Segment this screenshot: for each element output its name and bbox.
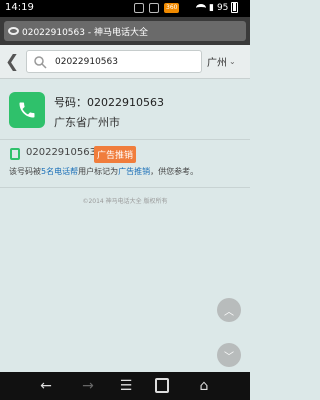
mark-section: 02022910563 广告推销 该号码被5名电话帮用户标记为广告推销，供您参考… xyxy=(0,140,250,188)
battery-icon xyxy=(231,2,239,13)
scroll-up-button[interactable]: ︿ xyxy=(217,298,241,322)
status-bar: 14:19 360 ▮ 95 xyxy=(0,0,250,17)
city-label: 广州 xyxy=(207,58,227,69)
status-right: ▮ 95 xyxy=(196,2,239,13)
wifi-icon xyxy=(196,3,206,12)
phone-icon xyxy=(9,92,45,128)
mark-badge: 广告推销 xyxy=(94,146,137,163)
desc-middle: 用户标记为 xyxy=(78,167,119,176)
url-bar: 02022910563 - 神马电话大全 xyxy=(0,17,250,45)
notification-icon xyxy=(149,3,159,13)
battery-level: 95 xyxy=(216,2,229,13)
scroll-down-button[interactable]: ﹀ xyxy=(217,343,241,367)
mobile-icon xyxy=(10,148,20,160)
result-card: 号码：02022910563 广东省广州市 xyxy=(0,80,250,140)
city-select[interactable]: 广州 ⌄ xyxy=(207,54,236,69)
status-icons: 360 xyxy=(134,3,180,13)
url-text: 02022910563 - 神马电话大全 xyxy=(22,27,148,38)
site-icon xyxy=(8,27,19,35)
search-icon xyxy=(34,56,47,69)
search-header: ❮ 广州 ⌄ xyxy=(0,45,250,79)
phone-location: 广东省广州市 xyxy=(54,116,120,129)
mark-description: 该号码被5名电话帮用户标记为广告推销，供您参考。 xyxy=(9,166,245,177)
desc-prefix: 该号码被 xyxy=(9,167,41,176)
chevron-down-icon: ⌄ xyxy=(229,57,236,66)
nav-forward-button[interactable]: → xyxy=(78,377,98,395)
desc-count[interactable]: 5名电话帮 xyxy=(41,167,78,176)
app-badge: 360 xyxy=(164,3,180,13)
mark-number: 02022910563 xyxy=(26,147,96,158)
bottom-nav: ← → ☰ ⌂ xyxy=(0,372,250,400)
footer-copyright: ©2014 神马电话大全 版权所有 xyxy=(82,198,168,205)
notification-icon xyxy=(134,3,144,13)
nav-back-button[interactable]: ← xyxy=(36,377,56,395)
phone-number: 号码：02022910563 xyxy=(54,96,164,109)
tabs-icon xyxy=(155,378,169,393)
status-time: 14:19 xyxy=(5,2,34,13)
back-button[interactable]: ❮ xyxy=(5,53,19,71)
url-field[interactable]: 02022910563 - 神马电话大全 xyxy=(4,21,246,41)
chevron-up-icon: ︿ xyxy=(224,306,234,318)
desc-tag[interactable]: 广告推销 xyxy=(118,167,150,176)
desc-suffix: ，供您参考。 xyxy=(150,167,199,176)
search-box[interactable] xyxy=(26,50,202,73)
chevron-down-icon: ﹀ xyxy=(224,351,234,363)
menu-icon[interactable]: ☰ xyxy=(116,377,136,395)
tabs-button[interactable] xyxy=(152,377,172,395)
search-input[interactable] xyxy=(55,55,195,69)
signal-icon: ▮ xyxy=(209,2,214,13)
home-button[interactable]: ⌂ xyxy=(194,377,214,395)
